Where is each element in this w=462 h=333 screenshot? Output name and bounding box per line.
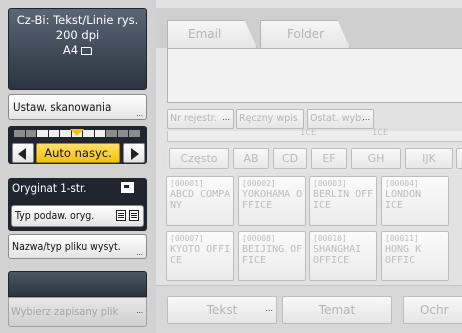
destination-name: KYOTO OFFI bbox=[170, 244, 231, 255]
destination-name: BERLIN OFF bbox=[313, 189, 374, 200]
destination-number: [00003] bbox=[313, 179, 347, 188]
status-mode-text: Cz-Bi: Tekst/Linie rys. bbox=[16, 13, 139, 27]
destination-name-continued: OFFICE bbox=[313, 255, 350, 266]
one-sided-original-icon bbox=[121, 182, 134, 193]
destination-name-continued: OFFIC bbox=[385, 255, 416, 266]
stored-file-panel bbox=[8, 271, 147, 297]
destination-name: HONG K bbox=[385, 244, 422, 255]
destination-name-continued: NY bbox=[170, 200, 183, 211]
original-feed-type-button[interactable]: Typ podaw. oryg. bbox=[11, 205, 144, 227]
index-tab-ab[interactable]: AB bbox=[233, 148, 269, 169]
destination-number: [00010] bbox=[313, 234, 347, 243]
destination-number: [00004] bbox=[385, 179, 419, 188]
destination-entry[interactable]: [00008] BEIJING OF FICE bbox=[238, 231, 306, 281]
destination-name-continued: CE bbox=[170, 255, 183, 266]
subject-label: Temat bbox=[318, 303, 356, 317]
registration-number-button[interactable]: Nr rejestr. ... bbox=[167, 109, 234, 129]
ellipsis-icon: ... bbox=[222, 113, 230, 122]
index-tab-frequent[interactable]: Często bbox=[169, 148, 229, 169]
last-selected-button[interactable]: Ostat. wyb. ... bbox=[307, 109, 374, 129]
original-sided-label: Oryginat 1-str. bbox=[12, 181, 87, 195]
destination-entry[interactable]: [00011] HONG K OFFIC bbox=[381, 231, 449, 281]
destination-number: [00011] bbox=[385, 234, 419, 243]
security-button[interactable]: Ochr bbox=[403, 296, 462, 324]
overflow-destination-text: ICE bbox=[372, 128, 389, 138]
destination-entry[interactable]: [00007] KYOTO OFFI CE bbox=[166, 231, 234, 281]
ellipsis-icon: ... bbox=[136, 109, 143, 118]
tab-email[interactable]: Email bbox=[167, 20, 257, 48]
document-orientation-icon bbox=[129, 210, 139, 221]
status-resolution-text: 200 dpi bbox=[55, 28, 100, 42]
destination-name-continued: FFICE bbox=[242, 200, 273, 211]
arrow-right-icon bbox=[131, 148, 139, 160]
subject-button[interactable]: Temat bbox=[282, 296, 392, 324]
send-file-name-type-label: Nazwa/typ pliku wysyt. bbox=[12, 240, 121, 253]
destination-overflow-strip: ICE ICE bbox=[167, 128, 462, 142]
arrow-left-icon bbox=[18, 148, 26, 160]
ellipsis-icon: ... bbox=[136, 248, 143, 257]
density-darker-button[interactable] bbox=[123, 143, 145, 163]
scan-settings-label: Ustaw. skanowania bbox=[13, 100, 112, 114]
index-tab-cd[interactable]: CD bbox=[273, 148, 307, 169]
destination-name: SHANGHAI bbox=[313, 244, 362, 255]
document-orientation-icon bbox=[116, 210, 126, 221]
landscape-paper-icon bbox=[81, 46, 93, 55]
text-button[interactable]: Tekst ... bbox=[167, 296, 277, 324]
destination-number: [00002] bbox=[242, 179, 276, 188]
auto-density-button[interactable]: Auto nasyc. bbox=[36, 143, 120, 163]
destination-number: [00008] bbox=[242, 234, 276, 243]
ellipsis-icon: ... bbox=[136, 306, 143, 315]
density-lighter-button[interactable] bbox=[12, 143, 34, 163]
destination-name-continued: FICE bbox=[242, 255, 267, 266]
destination-entry[interactable]: [00001] ABCD COMPA NY bbox=[166, 176, 234, 226]
ellipsis-icon: ... bbox=[265, 304, 273, 313]
send-file-name-type-button[interactable]: Nazwa/typ pliku wysyt. ... bbox=[8, 234, 147, 259]
destination-name: YOKOHAMA O bbox=[242, 189, 303, 200]
index-tab-gh[interactable]: GH bbox=[351, 148, 401, 169]
destination-name: LONDON bbox=[385, 189, 422, 200]
original-feed-type-label: Typ podaw. oryg. bbox=[15, 210, 95, 222]
destination-entry[interactable]: [00003] BERLIN OFF ICE bbox=[309, 176, 377, 226]
text-label: Tekst bbox=[206, 303, 238, 317]
manual-entry-label: Ręczny wpis bbox=[239, 113, 298, 124]
security-label: Ochr bbox=[420, 303, 449, 317]
status-paper-size-text: A4 bbox=[62, 43, 79, 57]
registration-number-label: Nr rejestr. bbox=[170, 113, 217, 124]
destination-name-continued: ICE bbox=[313, 200, 332, 211]
ellipsis-icon: ... bbox=[362, 113, 370, 122]
index-tab-ijk[interactable]: IJK bbox=[405, 148, 453, 169]
scan-settings-button[interactable]: Ustaw. skanowania ... bbox=[8, 94, 147, 120]
scan-status-panel: Cz-Bi: Tekst/Linie rys. 200 dpi A4 bbox=[8, 8, 147, 90]
destination-number: [00007] bbox=[170, 234, 204, 243]
destination-name: ABCD COMPA bbox=[170, 189, 231, 200]
destination-field[interactable] bbox=[167, 48, 462, 103]
last-selected-label: Ostat. wyb. bbox=[310, 113, 365, 124]
tab-folder[interactable]: Folder bbox=[260, 20, 350, 48]
destination-name: BEIJING OF bbox=[242, 244, 303, 255]
index-tab-l[interactable]: L bbox=[456, 148, 462, 169]
destination-number: [00001] bbox=[170, 179, 204, 188]
destination-entry[interactable]: [00010] SHANGHAI OFFICE bbox=[309, 231, 377, 281]
overflow-destination-text: ICE bbox=[300, 128, 317, 138]
select-stored-file-button[interactable]: Wybierz zapisany plik ... bbox=[8, 297, 147, 327]
select-stored-file-label: Wybierz zapisany plik bbox=[11, 305, 119, 318]
density-pointer-icon bbox=[70, 129, 84, 136]
destination-entry[interactable]: [00002] YOKOHAMA O FFICE bbox=[238, 176, 306, 226]
destination-entry[interactable]: [00004] LONDON ICE bbox=[381, 176, 449, 226]
index-tab-ef[interactable]: EF bbox=[311, 148, 347, 169]
destination-name-continued: ICE bbox=[385, 200, 404, 211]
manual-entry-button[interactable]: Ręczny wpis bbox=[236, 109, 304, 129]
